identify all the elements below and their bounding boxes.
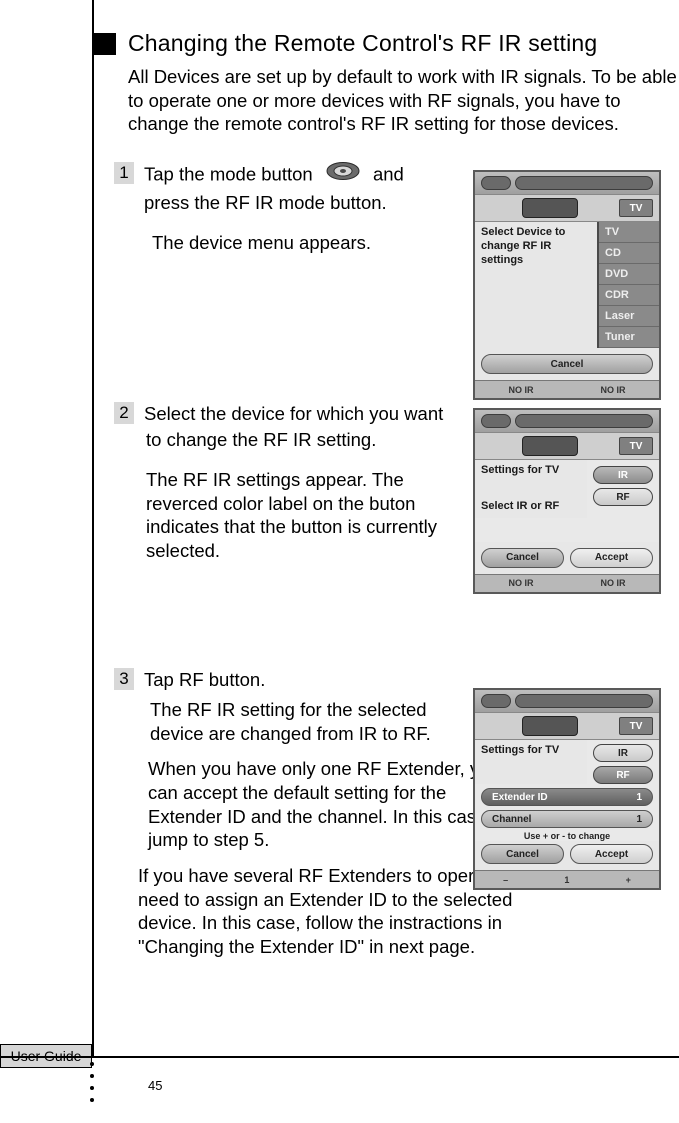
page-number: 45 (148, 1078, 162, 1093)
heading-row: Changing the Remote Control's RF IR sett… (94, 30, 679, 57)
ir-option: IR (593, 744, 653, 762)
channel-value: 1 (636, 814, 642, 825)
shot1-prompt: Select Device to change RF IR settings (475, 222, 597, 348)
use-plus-minus-note: Use + or - to change (475, 831, 659, 841)
rf-option-selected: RF (593, 766, 653, 784)
footer-center: 1 (564, 875, 569, 885)
footer-left: NO IR (508, 385, 533, 395)
step-number: 3 (114, 668, 134, 690)
screenshot-1: TV Select Device to change RF IR setting… (473, 170, 661, 400)
device-tab: TV (619, 199, 653, 217)
plus-icon: + (626, 875, 631, 885)
section-heading: Changing the Remote Control's RF IR sett… (128, 30, 597, 57)
step-1: 1 Tap the mode button and press the RF I… (114, 162, 679, 362)
menu-item: Tuner (599, 327, 659, 348)
step1-text-b: and (373, 163, 404, 184)
footer-rule (0, 1056, 679, 1058)
footer-right: NO IR (600, 385, 625, 395)
step3-line1: Tap RF button. (144, 668, 484, 692)
screenshot-3: TV Settings for TV IR RF Extender ID 1 C… (473, 688, 661, 890)
accept-button: Accept (570, 548, 653, 568)
page-content: Changing the Remote Control's RF IR sett… (92, 0, 679, 1004)
step2-line2: to change the RF IR setting. (146, 428, 484, 452)
extender-id-label: Extender ID (492, 792, 548, 803)
device-tab: TV (619, 437, 653, 455)
device-menu: TV CD DVD CDR Laser Tuner (597, 222, 659, 348)
step1-line2: press the RF IR mode button. (144, 191, 484, 215)
step-text: Tap RF button. (144, 668, 484, 692)
menu-item: CDR (599, 285, 659, 306)
device-tab: TV (619, 717, 653, 735)
channel-label: Channel (492, 814, 531, 825)
step1-text-a: Tap the mode button (144, 163, 313, 184)
settings-for-label: Settings for TV (481, 464, 581, 478)
menu-item: CD (599, 243, 659, 264)
accept-button: Accept (570, 844, 653, 864)
extender-id-row: Extender ID 1 (481, 788, 653, 806)
intro-paragraph: All Devices are set up by default to wor… (128, 65, 678, 136)
minus-icon: – (503, 875, 508, 885)
select-ir-rf-label: Select IR or RF (481, 500, 581, 514)
section-bullet (94, 33, 116, 55)
extender-id-value: 1 (636, 792, 642, 803)
step-3: 3 Tap RF button. The RF IR setting for t… (114, 668, 679, 978)
menu-item: TV (599, 222, 659, 243)
cancel-button: Cancel (481, 354, 653, 374)
step2-note: The RF IR settings appear. The reverced … (146, 468, 476, 563)
cancel-button: Cancel (481, 548, 564, 568)
cancel-button: Cancel (481, 844, 564, 864)
step-text: Select the device for which you want to … (144, 402, 484, 452)
rf-option: RF (593, 488, 653, 506)
step3-note1: The RF IR setting for the selected devic… (150, 698, 480, 745)
step-number: 1 (114, 162, 134, 184)
menu-item: DVD (599, 264, 659, 285)
step-text: Tap the mode button and press the RF IR … (144, 162, 484, 215)
footer-dots (90, 1062, 94, 1102)
step2-line1: Select the device for which you want (144, 402, 484, 426)
footer-right: NO IR (600, 578, 625, 588)
footer-left: NO IR (508, 578, 533, 588)
step-number: 2 (114, 402, 134, 424)
menu-item: Laser (599, 306, 659, 327)
settings-for-label: Settings for TV (481, 744, 581, 758)
step3-note2: When you have only one RF Extender, you … (148, 757, 508, 852)
step1-note: The device menu appears. (152, 231, 482, 255)
channel-row: Channel 1 (481, 810, 653, 828)
screenshot-2: TV Settings for TV Select IR or RF IR RF… (473, 408, 661, 594)
ir-option: IR (593, 466, 653, 484)
mode-button-icon (326, 162, 360, 186)
step-2: 2 Select the device for which you want t… (114, 402, 679, 632)
